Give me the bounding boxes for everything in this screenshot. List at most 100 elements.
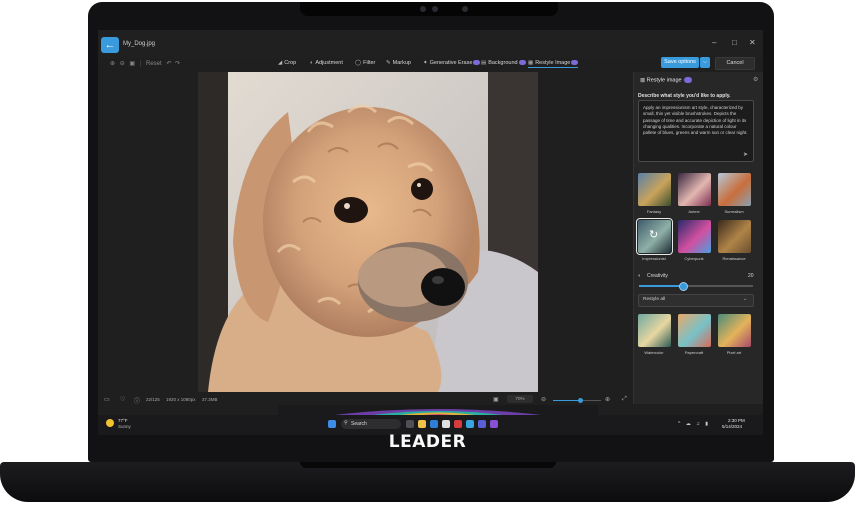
start-icon[interactable] [328, 420, 336, 428]
task-view-icon[interactable] [406, 420, 414, 428]
send-icon[interactable]: ➤ [743, 151, 748, 158]
background-icon: ▤ [481, 60, 487, 66]
store-icon[interactable] [442, 420, 450, 428]
creativity-slider-fill [639, 285, 683, 287]
tool-filter[interactable]: ◯ Filter [355, 60, 375, 66]
zoom-slider-thumb[interactable] [578, 398, 583, 403]
style-label: Surrealism [724, 209, 744, 214]
style-thumb-pixel-art[interactable] [718, 314, 751, 347]
zoom-in-icon[interactable]: ⊕ [110, 61, 115, 67]
title-bar [98, 30, 763, 58]
panel-title: ▦ Restyle image [640, 77, 693, 83]
zoom-out-icon[interactable]: ⊖ [541, 396, 546, 403]
style-label: Anime [688, 209, 700, 214]
style-label: Fantasy [646, 209, 662, 214]
arrow-left-icon: ← [104, 39, 116, 51]
restyle-scope-value: Restyle all [643, 297, 666, 302]
image-resolution: 1920 x 1080px [166, 397, 196, 402]
zoom-select[interactable]: 70% [507, 395, 533, 403]
laptop-base [0, 462, 855, 502]
sensor-icon [420, 6, 426, 12]
tool-crop[interactable]: ◢ Crop [278, 60, 296, 66]
clock-time[interactable]: 2:30 PM [728, 418, 745, 423]
panel-settings-icon[interactable]: ⚙ [753, 76, 758, 83]
fullscreen-icon[interactable]: ⤢ [622, 396, 627, 403]
clock-date[interactable]: 5/14/2024 [722, 424, 742, 429]
restyle-icon: ▦ [528, 60, 534, 66]
compare-icon[interactable]: ▣ [129, 61, 135, 67]
creativity-value: 20 [748, 273, 754, 279]
tool-restyle-image[interactable]: ▦ Restyle Image [528, 60, 579, 68]
style-thumb-watercolor[interactable] [638, 314, 671, 347]
image-filesize: 37.3MB [202, 397, 218, 402]
markup-icon: ✎ [386, 60, 391, 66]
cancel-button[interactable]: Cancel [715, 57, 755, 70]
webcam-notch [300, 2, 558, 16]
style-label: Watercolor [644, 350, 664, 355]
undo-icon[interactable]: ↶ [166, 61, 171, 67]
maximize-button[interactable]: □ [732, 38, 737, 47]
chevron-down-icon: ⌄ [743, 296, 748, 302]
search-icon: ⚲ [344, 420, 348, 426]
filmstrip-icon[interactable]: ▭ [104, 396, 110, 403]
prompt-label: Describe what style you'd like to apply. [638, 93, 731, 99]
style-thumb-impressionist[interactable]: ↻ [636, 218, 673, 255]
office-icon[interactable] [454, 420, 462, 428]
tool-generative-erase[interactable]: ✦ Generative Erase [423, 60, 481, 66]
image-index: 22/125 [146, 397, 160, 402]
reset-button[interactable]: Reset [146, 61, 162, 67]
system-tray[interactable]: ^ ☁ ♫ ▮ [678, 421, 710, 427]
file-explorer-icon[interactable] [418, 420, 426, 428]
tool-background[interactable]: ▤ Background [481, 60, 526, 66]
image-canvas[interactable] [198, 72, 538, 392]
tool-adjustment[interactable]: ◐ Adjustment [310, 60, 343, 66]
brand-logo: LEADER [388, 432, 467, 452]
fit-icon[interactable]: ▣ [493, 396, 499, 403]
back-button[interactable]: ← [101, 37, 119, 53]
search-label: Search [351, 421, 367, 427]
hinge-notch [300, 462, 556, 468]
tool-markup[interactable]: ✎ Markup [386, 60, 411, 66]
photos-icon[interactable] [466, 420, 474, 428]
save-options-button[interactable]: Save options [661, 57, 699, 68]
weather-temperature[interactable]: 77°F [118, 418, 128, 423]
creativity-icon: ◐ [638, 273, 642, 279]
crop-icon: ◢ [278, 60, 283, 66]
close-window-button[interactable]: ✕ [749, 38, 756, 47]
regenerate-icon: ↻ [649, 229, 659, 241]
camera-icon [432, 6, 438, 12]
ai-badge [684, 77, 693, 83]
favorite-icon[interactable]: ♡ [120, 396, 125, 403]
sun-icon[interactable] [106, 419, 114, 427]
style-thumb-renaissance[interactable] [718, 220, 751, 253]
style-thumb-surrealism[interactable] [718, 173, 751, 206]
app-icon[interactable] [490, 420, 498, 428]
teams-icon[interactable] [478, 420, 486, 428]
edge-icon[interactable] [430, 420, 438, 428]
chevron-down-icon: ⌵ [703, 59, 707, 65]
style-thumb-cyberpunk[interactable] [678, 220, 711, 253]
info-icon[interactable]: ⓘ [134, 396, 140, 405]
generative-erase-icon: ✦ [423, 60, 428, 66]
redo-icon[interactable]: ↷ [175, 61, 180, 67]
view-controls: ⊕ ⊖ ▣ | Reset ↶ ↷ [110, 61, 181, 67]
sensor-icon [462, 6, 468, 12]
dog-photo [198, 72, 538, 392]
style-thumb-anime[interactable] [678, 173, 711, 206]
style-label: Cyberpunk [684, 256, 704, 261]
zoom-in-icon[interactable]: ⊕ [605, 396, 610, 403]
style-thumb-fantasy[interactable] [638, 173, 671, 206]
creativity-label: Creativity [647, 273, 668, 279]
save-dropdown-button[interactable]: ⌵ [700, 57, 710, 68]
screen: ← My_Dog.jpg – □ ✕ ⊕ ⊖ ▣ | Reset ↶ ↷ ◢ Cr… [98, 30, 763, 435]
ai-badge [518, 60, 526, 66]
prompt-text[interactable]: Apply an impressionism art style, charac… [643, 105, 751, 136]
style-thumb-papercraft[interactable] [678, 314, 711, 347]
style-label: Papercraft [684, 350, 704, 355]
zoom-out-icon[interactable]: ⊖ [120, 61, 125, 67]
filter-icon: ◯ [355, 60, 362, 66]
style-label: Impressionist [642, 256, 666, 261]
minimize-button[interactable]: – [712, 38, 716, 47]
weather-condition[interactable]: Sunny [118, 424, 131, 429]
taskbar-search[interactable] [341, 419, 401, 429]
